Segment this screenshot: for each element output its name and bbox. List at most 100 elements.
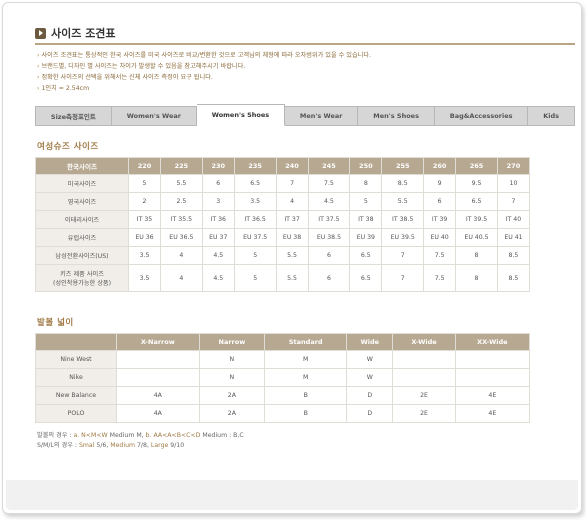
footnote-text: 9/10: [168, 442, 185, 449]
note-item: 사이즈 조견표는 통상적인 한국 사이즈를 미국 사이즈로 비교/변환한 것으로…: [37, 50, 371, 61]
table-cell: 4.5: [201, 246, 235, 265]
table-cell: B: [264, 404, 348, 423]
footnote-highlight: Large: [150, 442, 169, 449]
table-cell: 7: [381, 246, 425, 265]
table-cell: IT 38: [349, 210, 383, 229]
footnote-text: Medium M,: [107, 432, 146, 439]
table-cell: 2E: [392, 386, 456, 405]
table-cell: D: [346, 386, 394, 405]
table-cell: 5.5: [275, 264, 309, 292]
table-cell: [454, 368, 531, 387]
table-cell: IT 36: [201, 210, 235, 229]
table-cell: 10: [496, 174, 531, 193]
table-row: Nine West N M W: [35, 350, 531, 369]
footnote-highlight: Smal: [78, 442, 95, 449]
footnote-highlight: Medium: [110, 442, 136, 449]
tab-mens-shoes[interactable]: Men's Shoes: [358, 106, 435, 126]
size-section-title: 여성슈즈 사이즈: [37, 142, 99, 152]
table-cell: [116, 350, 200, 369]
footnote-label: 발볼의 경우 :: [37, 432, 74, 439]
table-cell: 3.5: [128, 246, 161, 265]
table-cell: EU 41: [496, 228, 531, 247]
table-cell: 4E: [454, 386, 531, 405]
table-cell: 7: [496, 192, 531, 211]
row-label: POLO: [35, 404, 117, 423]
tab-size-points[interactable]: Size측정포인트: [35, 106, 112, 126]
tab-kids[interactable]: Kids: [528, 106, 575, 126]
table-cell: 4: [159, 264, 203, 292]
tab-mens-wear[interactable]: Men's Wear: [285, 106, 359, 126]
tab-bag-accessories[interactable]: Bag&Accessories: [434, 106, 529, 126]
table-cell: 9: [423, 174, 457, 193]
row-label: 미국사이즈: [35, 174, 129, 193]
page-header: 사이즈 조견표: [35, 25, 116, 41]
table-header-cell: 245: [307, 157, 351, 175]
table-cell: 8: [455, 264, 498, 292]
tab-womens-wear[interactable]: Women's Wear: [111, 106, 197, 126]
bottom-band: [6, 480, 578, 510]
table-cell: 4.5: [201, 264, 235, 292]
table-cell: 4E: [454, 404, 531, 423]
table-header-cell: Wide: [346, 333, 394, 351]
table-header-cell: XX-Wide: [454, 333, 531, 351]
table-row: 키즈 제품 사이즈 (성인착용가능한 상품) 3.5 4 4.5 5 5.5 6 6.5 7 7.5…: [35, 264, 531, 292]
table-cell: 4A: [116, 386, 200, 405]
table-cell: W: [346, 350, 394, 369]
table-cell: 8: [349, 174, 383, 193]
footnote-width: 발볼의 경우 : a. N<M<W Medium M, b. AA<A<B<C<…: [37, 431, 244, 441]
row-label: 유럽사이즈: [35, 228, 129, 247]
table-header-cell: 240: [275, 157, 309, 175]
footnote-label: S/M/L의 경우 :: [37, 442, 79, 449]
table-cell: 2A: [198, 404, 266, 423]
note-item: 브랜드별, 디자인 별 사이즈는 차이가 발생할 수 있음을 참고해주시기 바랍…: [37, 61, 371, 72]
table-cell: IT 39.5: [455, 210, 498, 229]
table-cell: 6.5: [349, 246, 383, 265]
table-cell: EU 39.5: [381, 228, 425, 247]
row-label-line: 유럽사이즈: [67, 235, 97, 242]
table-header-cell: X-Wide: [392, 333, 456, 351]
category-tabs: Size측정포인트 Women's Wear Women's Shoes Men…: [35, 104, 575, 126]
table-cell: 2A: [198, 386, 266, 405]
table-cell: 7: [275, 174, 309, 193]
table-cell: 6: [423, 192, 457, 211]
table-row: 이태리사이즈 IT 35 IT 35.5 IT 36 IT 36.5 IT 37 IT 37…: [35, 210, 531, 229]
width-section-title: 발볼 넓이: [37, 318, 74, 328]
footnote-text: 5/6,: [94, 442, 111, 449]
row-label: New Balance: [35, 386, 117, 405]
table-cell: [454, 350, 531, 369]
table-cell: 6.5: [455, 192, 498, 211]
table-cell: 8: [455, 246, 498, 265]
arrow-right-icon: [35, 27, 46, 39]
table-cell: 5: [349, 192, 383, 211]
note-item: 1인치 = 2.54cm: [37, 83, 371, 94]
table-row: POLO 4A 2A B D 2E 4E: [35, 404, 531, 423]
row-label-line: 영국사이즈: [67, 199, 97, 206]
table-row: 유럽사이즈 EU 36 EU 36.5 EU 37 EU 37.5 EU 38 EU 38.…: [35, 228, 531, 247]
row-label: Nike: [35, 368, 117, 387]
row-label: Nine West: [35, 350, 117, 369]
table-cell: M: [264, 368, 348, 387]
table-header-cell: 235: [233, 157, 277, 175]
table-header-cell: 220: [128, 157, 161, 175]
row-label: 키즈 제품 사이즈 (성인착용가능한 상품): [35, 264, 129, 292]
table-header-cell: 265: [455, 157, 498, 175]
row-label: 남성전환사이즈(US): [35, 246, 129, 265]
table-cell: 8.5: [496, 246, 531, 265]
footnotes: 발볼의 경우 : a. N<M<W Medium M, b. AA<A<B<C<…: [37, 431, 244, 451]
table-header-cell: [35, 333, 117, 351]
table-cell: EU 36.5: [159, 228, 203, 247]
table-cell: EU 37.5: [233, 228, 277, 247]
table-cell: 2: [128, 192, 161, 211]
notes-list: 사이즈 조견표는 통상적인 한국 사이즈를 미국 사이즈로 비교/변환한 것으로…: [37, 50, 371, 94]
table-header-cell: 260: [423, 157, 457, 175]
width-table: X-Narrow Narrow Standard Wide X-Wide XX-Wide …: [35, 333, 531, 423]
row-label: 영국사이즈: [35, 192, 129, 211]
table-header-cell: 225: [159, 157, 203, 175]
footnote-text: 7/8,: [135, 442, 151, 449]
table-cell: 2E: [392, 404, 456, 423]
table-cell: [116, 368, 200, 387]
row-label-line: (성인착용가능한 상품): [52, 280, 112, 287]
table-cell: EU 37: [201, 228, 235, 247]
tab-womens-shoes[interactable]: Women's Shoes: [196, 104, 286, 126]
table-cell: IT 40: [496, 210, 531, 229]
